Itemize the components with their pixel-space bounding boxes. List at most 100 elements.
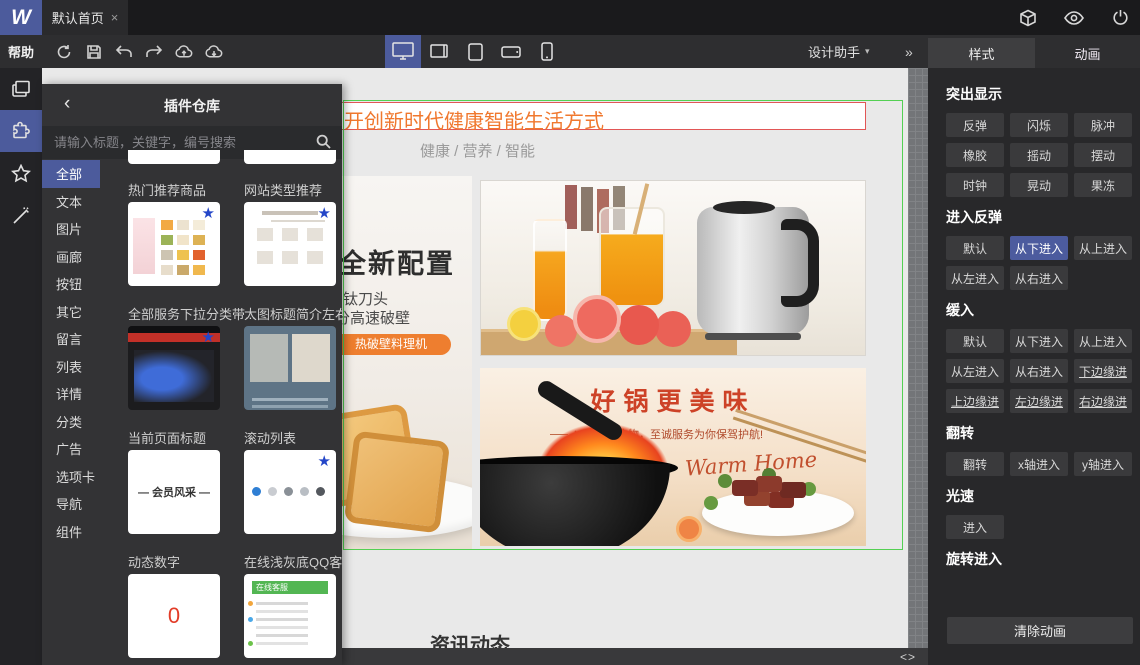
wok-pan-image [480, 464, 670, 546]
left-banner-headline: 全新配置 [339, 249, 455, 279]
sidebar-item-pages[interactable] [0, 68, 42, 110]
plugin-card-thumbnail: ★ [244, 202, 336, 286]
app-window: W 默认首页 × 帮助 设计助手 ▾ » 样式 动画 开创新时代健康智能生活方式… [0, 0, 1140, 665]
animation-button[interactable]: 时钟 [946, 173, 1004, 197]
animation-button[interactable]: 左边缘进 [1010, 389, 1068, 413]
animation-panel: 突出显示 反弹 闪烁 脉冲 橡胶 摇动 摆动 时钟 晃动 果冻 进入反弹 默认 从下进入 从上进入从… [928, 68, 1140, 665]
plugin-card-title: 动态数字 [128, 555, 181, 570]
animation-section: 进入反弹 默认 从下进入 从上进入 从左进入 从右进入 [946, 207, 1140, 290]
favorite-star-icon: ★ [201, 329, 215, 346]
animation-button[interactable]: 从左进入 [946, 359, 1004, 383]
animation-button[interactable]: 从下进入 [1010, 329, 1068, 353]
animation-button[interactable]: 默认 [946, 236, 1004, 260]
animation-button[interactable]: 从左进入 [946, 266, 1004, 290]
components-cube-icon[interactable] [1018, 8, 1038, 28]
plugin-card-partial[interactable] [244, 150, 336, 164]
animation-section: 缓入 默认 从下进入 从上进入 从左进入 从右进入 下边缘进 上边缘进 左边缘进 右边缘进 [946, 300, 1140, 413]
canvas-scrollbar[interactable] [908, 68, 928, 648]
cloud-upload-icon[interactable] [175, 43, 193, 61]
sidebar-item-wizard[interactable] [0, 194, 42, 236]
animation-button[interactable]: 闪烁 [1010, 113, 1068, 137]
animation-button[interactable]: 脉冲 [1074, 113, 1132, 137]
sidebar-item-plugins[interactable] [0, 110, 42, 152]
toast-image [343, 430, 451, 534]
refresh-icon[interactable] [55, 43, 73, 61]
animation-section: 光速 进入 [946, 486, 1140, 539]
animation-button[interactable]: 下边缘进 [1074, 359, 1132, 383]
code-view-icon[interactable]: <> [900, 648, 916, 665]
animation-button[interactable]: 进入 [946, 515, 1004, 539]
animation-button[interactable]: y轴进入 [1074, 452, 1132, 476]
plugin-card[interactable]: 动态数字 ★ 0 [128, 552, 220, 658]
tab-style[interactable]: 样式 [928, 38, 1035, 68]
laptop-icon[interactable] [421, 35, 457, 68]
animation-button-grid: 反弹 闪烁 脉冲橡胶 摇动 摆动时钟 晃动 果冻 [946, 113, 1132, 197]
animation-button[interactable]: 从下进入 [1010, 236, 1068, 260]
animation-button[interactable]: 默认 [946, 329, 1004, 353]
animation-button[interactable]: 摆动 [1074, 143, 1132, 167]
tab-animation[interactable]: 动画 [1035, 38, 1140, 68]
plugin-card[interactable]: 全部服务下拉分类带... ★ [128, 304, 256, 410]
tablet-icon[interactable] [457, 35, 493, 68]
power-icon[interactable] [1110, 8, 1130, 28]
sidebar-item-favorites[interactable] [0, 152, 42, 194]
animation-button[interactable]: 橡胶 [946, 143, 1004, 167]
chevron-down-icon: ▾ [865, 46, 870, 56]
lemon-image [507, 307, 541, 341]
plugin-card-thumbnail: ★ — 会员风采 — [128, 450, 220, 534]
kettle-photo[interactable] [480, 180, 866, 356]
animation-button[interactable]: 从上进入 [1074, 236, 1132, 260]
mobile-landscape-icon[interactable] [493, 35, 529, 68]
undo-icon[interactable] [115, 43, 133, 61]
plugin-card-title: 网站类型推荐 [244, 183, 323, 198]
plugin-panel: ‹ 插件仓库 全部 文本 图片 画廊 按钮 其它 留言 列表 详情 分类 广告 … [42, 84, 342, 665]
mobile-portrait-icon[interactable] [529, 35, 565, 68]
desktop-icon[interactable] [385, 35, 421, 68]
banner-title-element[interactable]: 开创新时代健康智能生活方式 [302, 102, 866, 133]
collapse-panel-button[interactable]: » [905, 35, 913, 68]
animation-button[interactable]: x轴进入 [1010, 452, 1068, 476]
animation-button[interactable]: 摇动 [1010, 143, 1068, 167]
page-tab[interactable]: 默认首页 × [42, 0, 128, 35]
close-icon[interactable]: × [111, 10, 119, 25]
plugin-card-thumbnail: ★ [244, 326, 336, 410]
animation-button[interactable]: 从右进入 [1010, 359, 1068, 383]
plugin-card[interactable]: 滚动列表 ★ [244, 428, 336, 534]
cloud-download-icon[interactable] [205, 43, 223, 61]
kettle-lid-image [713, 201, 775, 214]
plugin-card-partial[interactable] [128, 150, 220, 164]
animation-button[interactable]: 上边缘进 [946, 389, 1004, 413]
favorite-star-icon: ★ [317, 205, 331, 222]
plugin-card[interactable]: 在线浅灰底QQ客服 ★ 在线客服 [244, 552, 342, 658]
animation-section: 旋转进入 [946, 549, 1140, 578]
meat-image [732, 480, 758, 496]
redo-icon[interactable] [145, 43, 163, 61]
design-assistant-button[interactable]: 设计助手 ▾ [808, 35, 870, 68]
favorite-star-icon: ★ [317, 453, 331, 470]
top-bar: W 默认首页 × [0, 0, 1140, 35]
animation-button-grid: 进入 [946, 515, 1132, 539]
wok-banner[interactable]: 好锅更美味 无忧购物，至诚服务为你保驾护航! Warm Home [480, 368, 866, 546]
animation-button[interactable]: 右边缘进 [1074, 389, 1132, 413]
plugin-card-title: 大图标题简介左右切... [244, 307, 342, 322]
plugin-card[interactable]: 热门推荐商品 ★ [128, 180, 220, 286]
save-icon[interactable] [85, 43, 103, 61]
animation-button[interactable]: 果冻 [1074, 173, 1132, 197]
help-button[interactable]: 帮助 [8, 35, 34, 68]
plugin-card[interactable]: 当前页面标题 ★ — 会员风采 — [128, 428, 220, 534]
animation-button[interactable]: 从右进入 [1010, 266, 1068, 290]
banner-subtitle-text[interactable]: 健康 / 营养 / 智能 [420, 140, 535, 161]
clear-animation-button[interactable]: 清除动画 [947, 617, 1133, 644]
meat-plate-image [702, 490, 854, 536]
plugin-card-title: 当前页面标题 [128, 431, 207, 446]
animation-button[interactable]: 从上进入 [1074, 329, 1132, 353]
plugin-card[interactable]: 网站类型推荐 ★ [244, 180, 336, 286]
preview-eye-icon[interactable] [1064, 8, 1084, 28]
animation-button[interactable]: 翻转 [946, 452, 1004, 476]
plugin-card-title: 全部服务下拉分类带... [128, 307, 256, 322]
juice-glass-image [533, 219, 567, 321]
animation-button[interactable]: 晃动 [1010, 173, 1068, 197]
animation-button[interactable]: 反弹 [946, 113, 1004, 137]
plugin-card-thumbnail: ★ [128, 326, 220, 410]
plugin-card[interactable]: 大图标题简介左右切... ★ [244, 304, 342, 410]
